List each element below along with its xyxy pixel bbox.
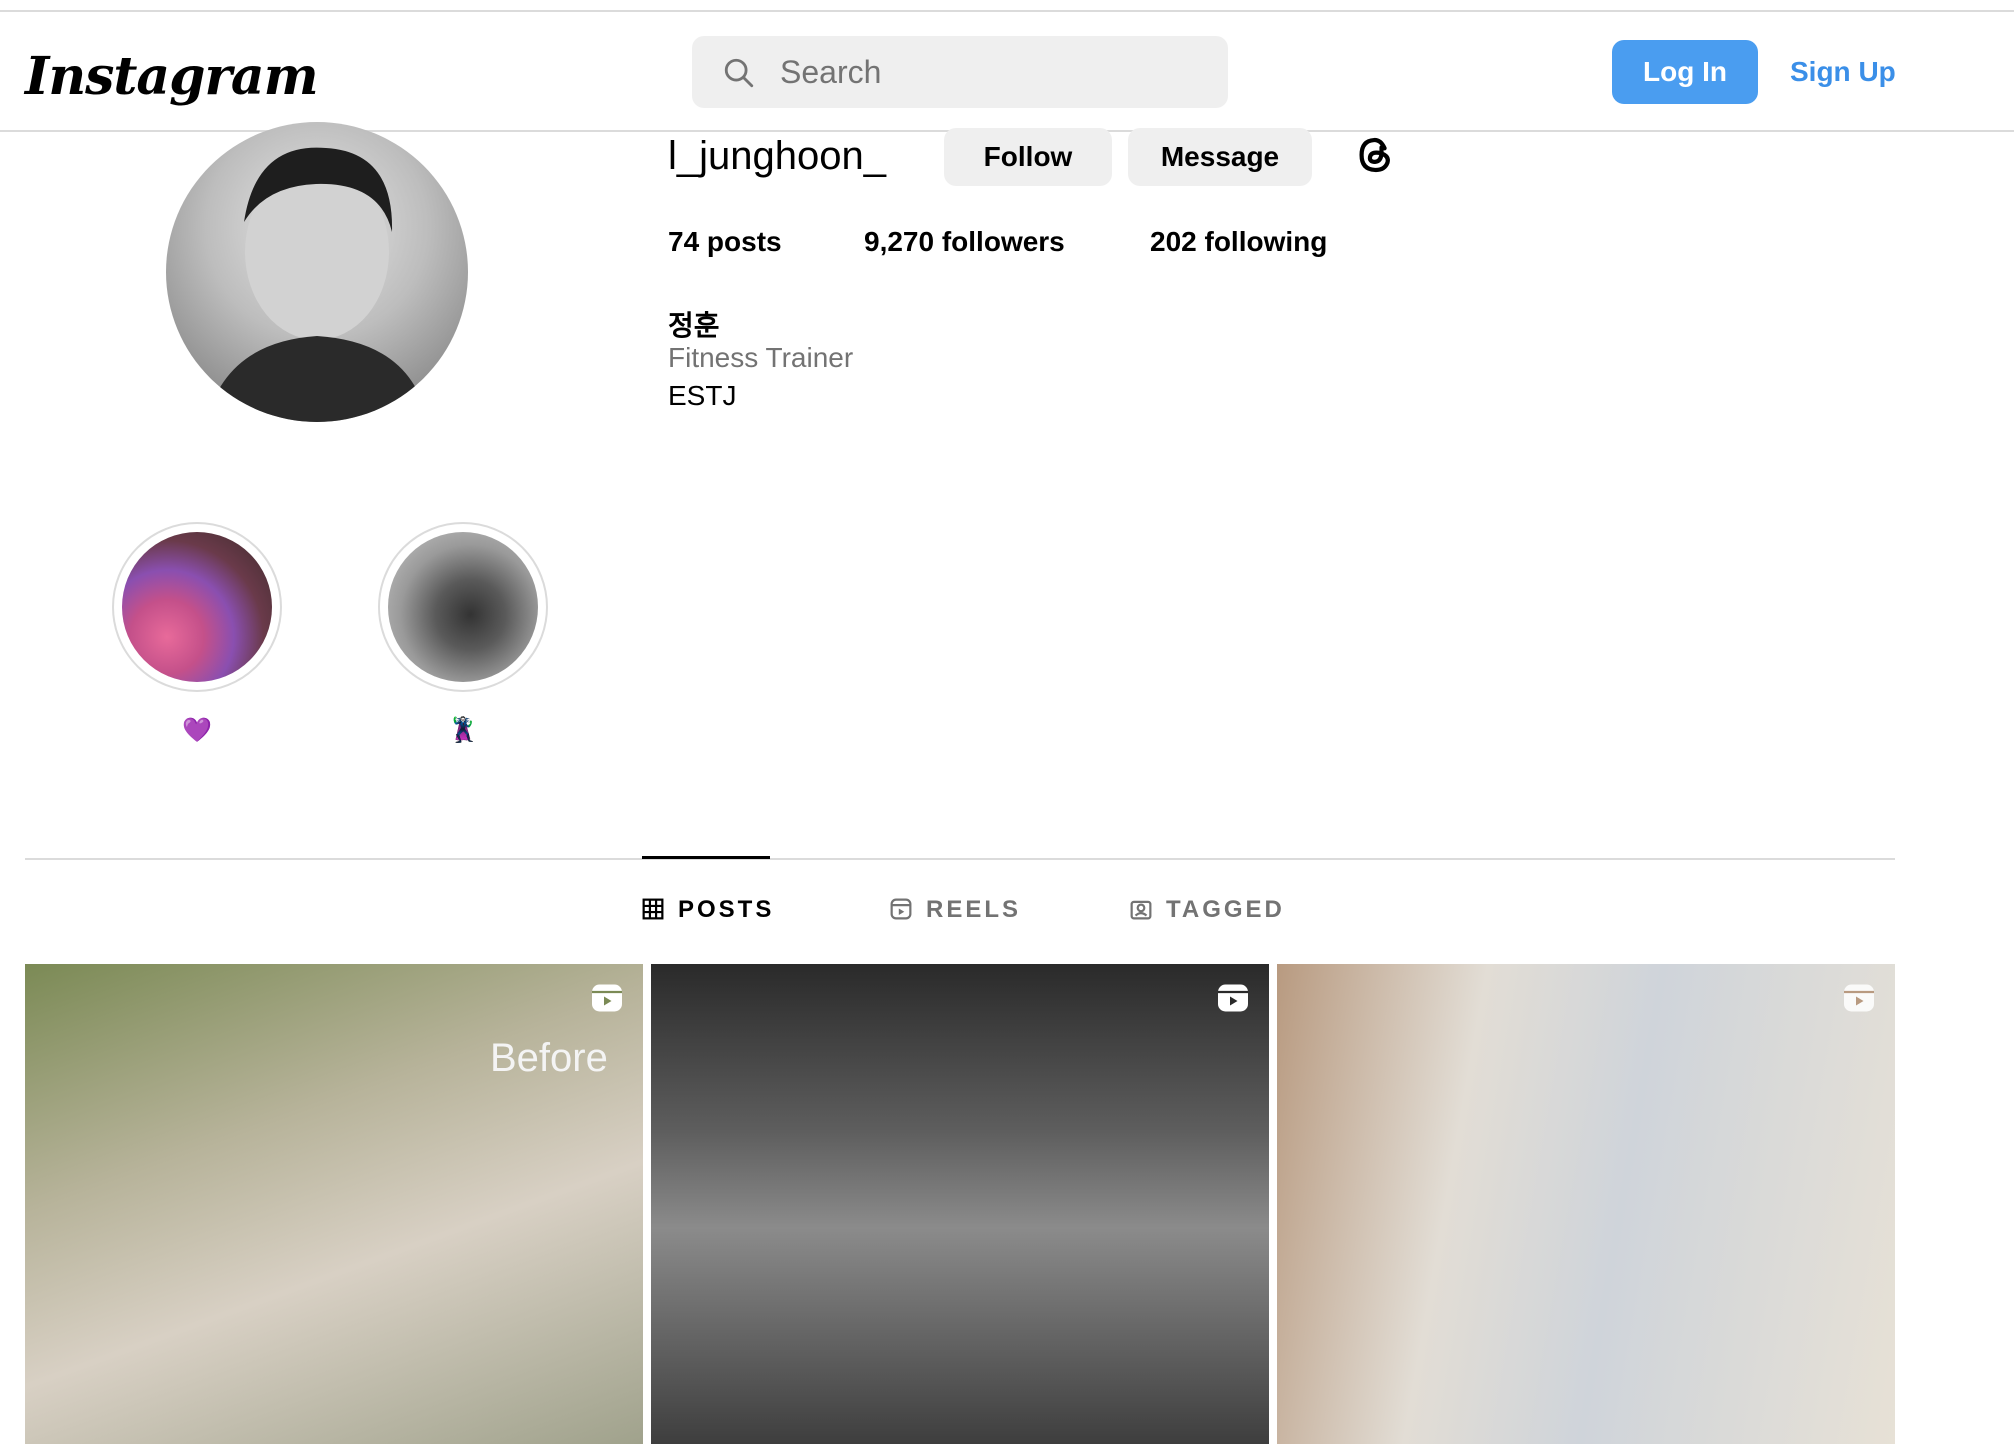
tab-posts-label: POSTS bbox=[678, 896, 775, 923]
follow-button[interactable]: Follow bbox=[944, 128, 1112, 186]
bio-name: 정훈 bbox=[668, 310, 720, 341]
highlight-label: 🦹 bbox=[448, 717, 478, 744]
grid-icon bbox=[642, 898, 664, 920]
reels-icon bbox=[890, 898, 912, 920]
tab-reels[interactable]: REELS bbox=[890, 896, 1021, 928]
message-button[interactable]: Message bbox=[1128, 128, 1312, 186]
story-highlight[interactable] bbox=[378, 522, 548, 692]
top-navigation: Instagram Log In Sign Up bbox=[0, 12, 2014, 132]
tagged-icon bbox=[1130, 900, 1152, 920]
highlight-cover bbox=[122, 532, 272, 682]
search-icon bbox=[724, 58, 754, 88]
tab-reels-label: REELS bbox=[926, 896, 1022, 923]
reel-icon bbox=[1844, 984, 1874, 1012]
following-count[interactable]: 202 following bbox=[1150, 226, 1327, 258]
search-input[interactable] bbox=[780, 36, 1200, 108]
tabs-divider bbox=[25, 858, 1895, 860]
tab-tagged[interactable]: TAGGED bbox=[1130, 896, 1285, 928]
reel-icon bbox=[1218, 984, 1248, 1012]
post-overlay-text: Before bbox=[490, 1036, 608, 1080]
profile-avatar[interactable] bbox=[166, 122, 468, 422]
instagram-logo[interactable]: Instagram bbox=[25, 42, 319, 112]
highlight-label: 💜 bbox=[182, 717, 212, 744]
login-button[interactable]: Log In bbox=[1612, 40, 1758, 104]
profile-page: Instagram Log In Sign Up l_junghoon_ Fol… bbox=[0, 0, 2014, 1444]
tab-tagged-label: TAGGED bbox=[1166, 896, 1285, 923]
signup-link[interactable]: Sign Up bbox=[1790, 40, 1896, 104]
top-strip bbox=[0, 0, 2014, 12]
followers-count[interactable]: 9,270 followers bbox=[864, 226, 1065, 258]
story-highlight[interactable] bbox=[112, 522, 282, 692]
bio-category: Fitness Trainer bbox=[668, 342, 854, 373]
highlight-cover bbox=[388, 532, 538, 682]
post-thumbnail[interactable] bbox=[1277, 964, 1895, 1444]
post-thumbnail[interactable]: Before bbox=[25, 964, 643, 1444]
active-tab-indicator bbox=[642, 856, 770, 859]
post-thumbnail[interactable] bbox=[651, 964, 1269, 1444]
reel-icon bbox=[592, 984, 622, 1012]
profile-username: l_junghoon_ bbox=[668, 134, 886, 178]
search-box[interactable] bbox=[692, 36, 1228, 108]
posts-count: 74 posts bbox=[668, 226, 782, 257]
threads-icon[interactable] bbox=[1352, 130, 1398, 180]
tab-posts[interactable]: POSTS bbox=[642, 896, 774, 928]
avatar-portrait bbox=[206, 147, 428, 422]
bio-text: ESTJ bbox=[668, 380, 737, 411]
